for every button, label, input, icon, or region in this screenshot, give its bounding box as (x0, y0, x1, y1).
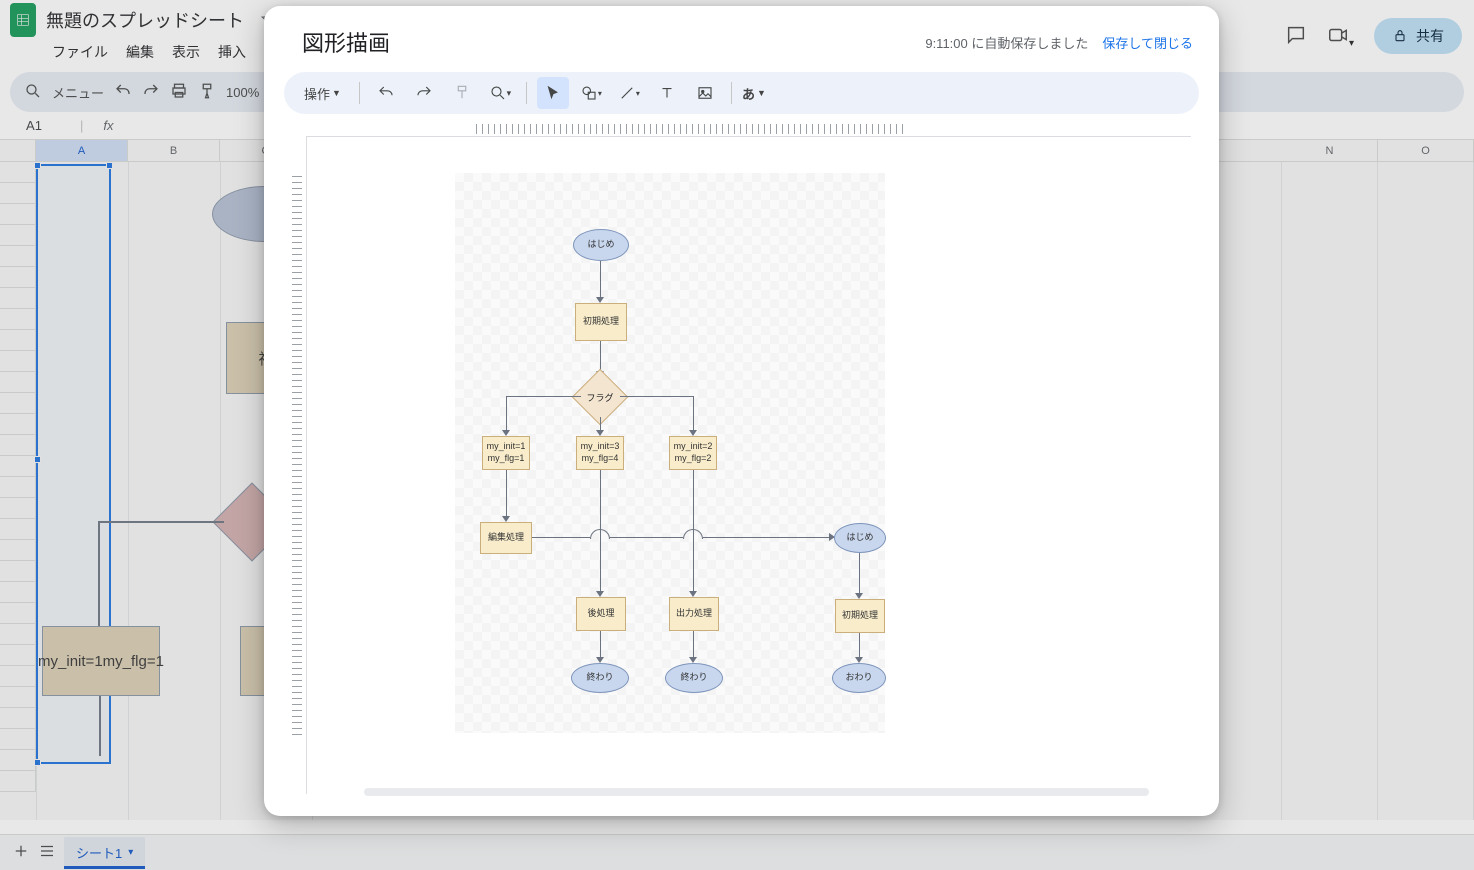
drawing-toolbar: 操作▼ ▾ ▾ ▾ あ▼ (284, 72, 1199, 114)
node-sub-end[interactable]: おわり (832, 663, 886, 693)
node-branch-a[interactable]: my_init=1 my_flg=1 (482, 436, 530, 470)
node-decision[interactable]: フラグ (580, 377, 620, 417)
autosave-status: 9:11:00 に自動保存しました (925, 33, 1088, 52)
ruler-vertical (284, 136, 306, 802)
drawing-canvas[interactable]: はじめ 初期処理 フラグ (306, 136, 1191, 794)
text-tool-icon[interactable] (651, 77, 683, 109)
node-branch-c[interactable]: my_init=2 my_flg=2 (669, 436, 717, 470)
undo-icon[interactable] (370, 77, 402, 109)
language-menu[interactable]: あ▼ (742, 77, 766, 109)
node-sub-start[interactable]: はじめ (834, 523, 886, 553)
drawing-dialog: 図形描画 9:11:00 に自動保存しました 保存して閉じる 操作▼ ▾ ▾ ▾… (264, 6, 1219, 816)
dialog-scrollbar[interactable] (364, 788, 1149, 796)
image-tool-icon[interactable] (689, 77, 721, 109)
dialog-title: 図形描画 (302, 26, 390, 58)
node-output[interactable]: 出力処理 (669, 597, 719, 631)
node-end-2[interactable]: 終わり (665, 663, 723, 693)
node-init[interactable]: 初期処理 (575, 303, 627, 341)
shape-tool-icon[interactable]: ▾ (575, 77, 607, 109)
node-edit[interactable]: 編集処理 (480, 522, 532, 554)
node-sub-init[interactable]: 初期処理 (835, 599, 885, 633)
zoom-icon[interactable]: ▾ (484, 77, 516, 109)
node-end-1[interactable]: 終わり (571, 663, 629, 693)
select-tool-icon[interactable] (537, 77, 569, 109)
node-post[interactable]: 後処理 (576, 597, 626, 631)
node-branch-b[interactable]: my_init=3 my_flg=4 (576, 436, 624, 470)
paint-format-icon[interactable] (446, 77, 478, 109)
actions-menu[interactable]: 操作▼ (296, 80, 349, 107)
node-start[interactable]: はじめ (573, 229, 629, 261)
save-and-close-button[interactable]: 保存して閉じる (1102, 33, 1193, 52)
ruler-horizontal (306, 118, 1199, 136)
line-tool-icon[interactable]: ▾ (613, 77, 645, 109)
redo-icon[interactable] (408, 77, 440, 109)
